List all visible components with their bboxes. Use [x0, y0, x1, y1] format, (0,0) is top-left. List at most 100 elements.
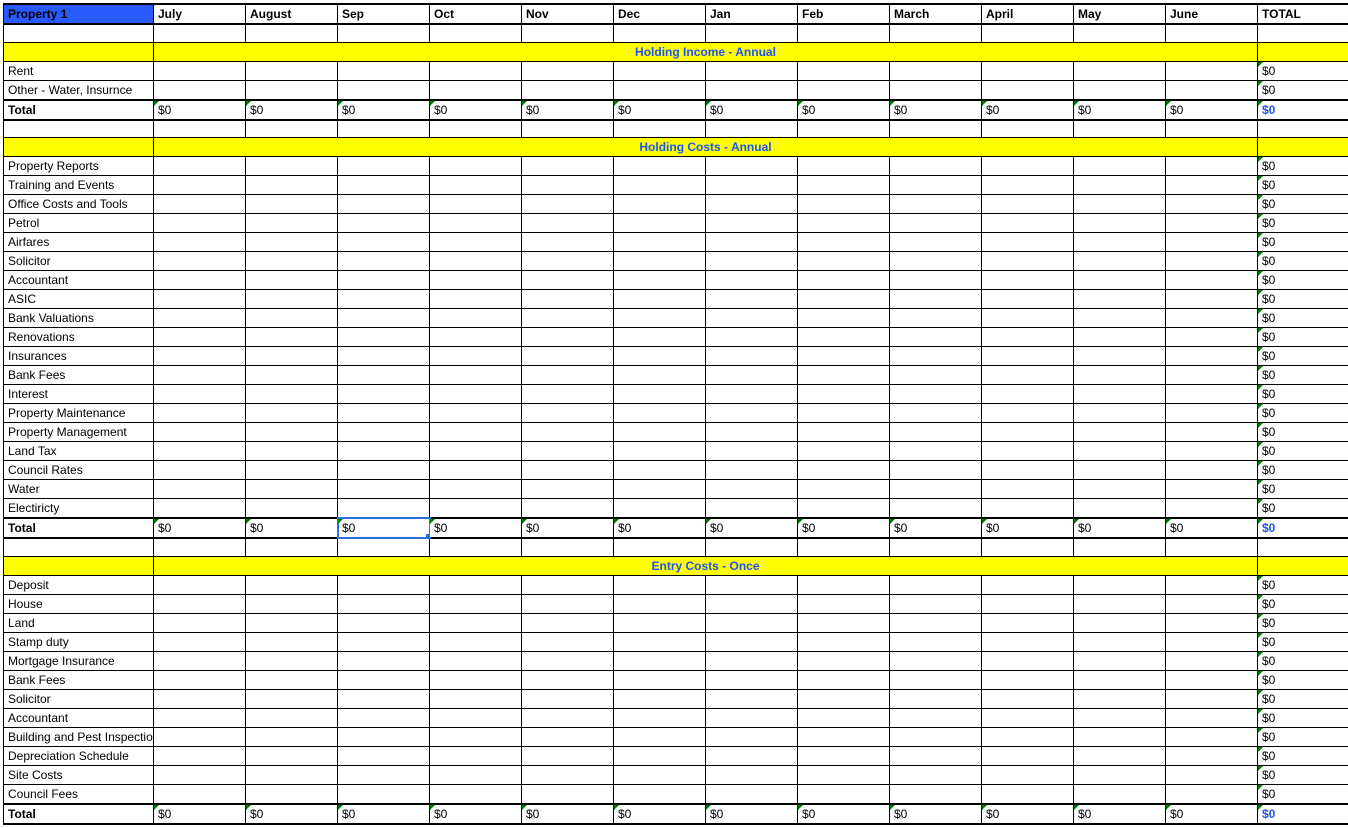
- data-cell[interactable]: [338, 309, 430, 328]
- data-cell[interactable]: [706, 176, 798, 195]
- data-cell[interactable]: [430, 157, 522, 176]
- data-cell[interactable]: [982, 442, 1074, 461]
- data-cell[interactable]: [890, 461, 982, 480]
- data-cell[interactable]: [798, 670, 890, 689]
- spacer-cell[interactable]: [706, 24, 798, 42]
- data-cell[interactable]: [706, 347, 798, 366]
- data-cell[interactable]: [154, 423, 246, 442]
- section-title[interactable]: Holding Costs - Annual: [154, 138, 1258, 157]
- spacer-cell[interactable]: [4, 120, 154, 138]
- data-cell[interactable]: [154, 746, 246, 765]
- data-cell[interactable]: [614, 366, 706, 385]
- data-cell[interactable]: [246, 651, 338, 670]
- data-cell[interactable]: [614, 385, 706, 404]
- data-cell[interactable]: [154, 632, 246, 651]
- spacer-cell[interactable]: [338, 538, 430, 556]
- data-cell[interactable]: [890, 214, 982, 233]
- row-total[interactable]: $0: [1258, 252, 1348, 271]
- data-cell[interactable]: [154, 594, 246, 613]
- row-label[interactable]: Property Management: [4, 423, 154, 442]
- data-cell[interactable]: [246, 423, 338, 442]
- data-cell[interactable]: [1166, 575, 1258, 594]
- data-cell[interactable]: [154, 651, 246, 670]
- data-cell[interactable]: [1074, 347, 1166, 366]
- total-month[interactable]: $0: [1166, 518, 1258, 538]
- data-cell[interactable]: [1166, 423, 1258, 442]
- row-label[interactable]: Electiricty: [4, 499, 154, 519]
- data-cell[interactable]: [614, 423, 706, 442]
- data-cell[interactable]: [706, 290, 798, 309]
- total-month[interactable]: $0: [706, 100, 798, 120]
- data-cell[interactable]: [154, 366, 246, 385]
- row-total[interactable]: $0: [1258, 404, 1348, 423]
- data-cell[interactable]: [1166, 632, 1258, 651]
- data-cell[interactable]: [430, 80, 522, 100]
- data-cell[interactable]: [706, 233, 798, 252]
- data-cell[interactable]: [430, 61, 522, 80]
- data-cell[interactable]: [1166, 746, 1258, 765]
- row-label[interactable]: Land: [4, 613, 154, 632]
- total-month[interactable]: $0: [338, 804, 430, 824]
- data-cell[interactable]: [246, 784, 338, 804]
- data-cell[interactable]: [706, 385, 798, 404]
- data-cell[interactable]: [1166, 252, 1258, 271]
- data-cell[interactable]: [614, 157, 706, 176]
- data-cell[interactable]: [154, 765, 246, 784]
- row-label[interactable]: Interest: [4, 385, 154, 404]
- data-cell[interactable]: [522, 290, 614, 309]
- data-cell[interactable]: [154, 708, 246, 727]
- data-cell[interactable]: [154, 461, 246, 480]
- data-cell[interactable]: [430, 651, 522, 670]
- data-cell[interactable]: [1074, 765, 1166, 784]
- total-month[interactable]: $0: [798, 804, 890, 824]
- data-cell[interactable]: [706, 423, 798, 442]
- data-cell[interactable]: [798, 309, 890, 328]
- data-cell[interactable]: [798, 651, 890, 670]
- total-header[interactable]: TOTAL: [1258, 4, 1348, 24]
- row-total[interactable]: $0: [1258, 233, 1348, 252]
- data-cell[interactable]: [890, 746, 982, 765]
- data-cell[interactable]: [154, 309, 246, 328]
- row-label[interactable]: Mortgage Insurance: [4, 651, 154, 670]
- data-cell[interactable]: [1074, 195, 1166, 214]
- data-cell[interactable]: [1166, 233, 1258, 252]
- data-cell[interactable]: [246, 347, 338, 366]
- data-cell[interactable]: [1074, 746, 1166, 765]
- data-cell[interactable]: [890, 632, 982, 651]
- data-cell[interactable]: [522, 366, 614, 385]
- data-cell[interactable]: [1074, 214, 1166, 233]
- spacer-cell[interactable]: [890, 24, 982, 42]
- spacer-cell[interactable]: [798, 24, 890, 42]
- total-month[interactable]: $0: [154, 804, 246, 824]
- data-cell[interactable]: [1074, 271, 1166, 290]
- data-cell[interactable]: [338, 746, 430, 765]
- data-cell[interactable]: [982, 765, 1074, 784]
- data-cell[interactable]: [430, 328, 522, 347]
- data-cell[interactable]: [890, 328, 982, 347]
- data-cell[interactable]: [1074, 727, 1166, 746]
- data-cell[interactable]: [982, 499, 1074, 519]
- data-cell[interactable]: [614, 195, 706, 214]
- month-header[interactable]: June: [1166, 4, 1258, 24]
- data-cell[interactable]: [522, 499, 614, 519]
- spacer-cell[interactable]: [1166, 24, 1258, 42]
- data-cell[interactable]: [430, 385, 522, 404]
- data-cell[interactable]: [890, 727, 982, 746]
- data-cell[interactable]: [614, 442, 706, 461]
- data-cell[interactable]: [522, 176, 614, 195]
- data-cell[interactable]: [522, 708, 614, 727]
- data-cell[interactable]: [706, 252, 798, 271]
- data-cell[interactable]: [522, 651, 614, 670]
- data-cell[interactable]: [338, 195, 430, 214]
- data-cell[interactable]: [1074, 784, 1166, 804]
- data-cell[interactable]: [798, 80, 890, 100]
- data-cell[interactable]: [798, 385, 890, 404]
- row-label[interactable]: Airfares: [4, 233, 154, 252]
- data-cell[interactable]: [338, 271, 430, 290]
- month-header[interactable]: March: [890, 4, 982, 24]
- data-cell[interactable]: [338, 461, 430, 480]
- data-cell[interactable]: [338, 632, 430, 651]
- data-cell[interactable]: [1166, 404, 1258, 423]
- data-cell[interactable]: [982, 328, 1074, 347]
- data-cell[interactable]: [1166, 176, 1258, 195]
